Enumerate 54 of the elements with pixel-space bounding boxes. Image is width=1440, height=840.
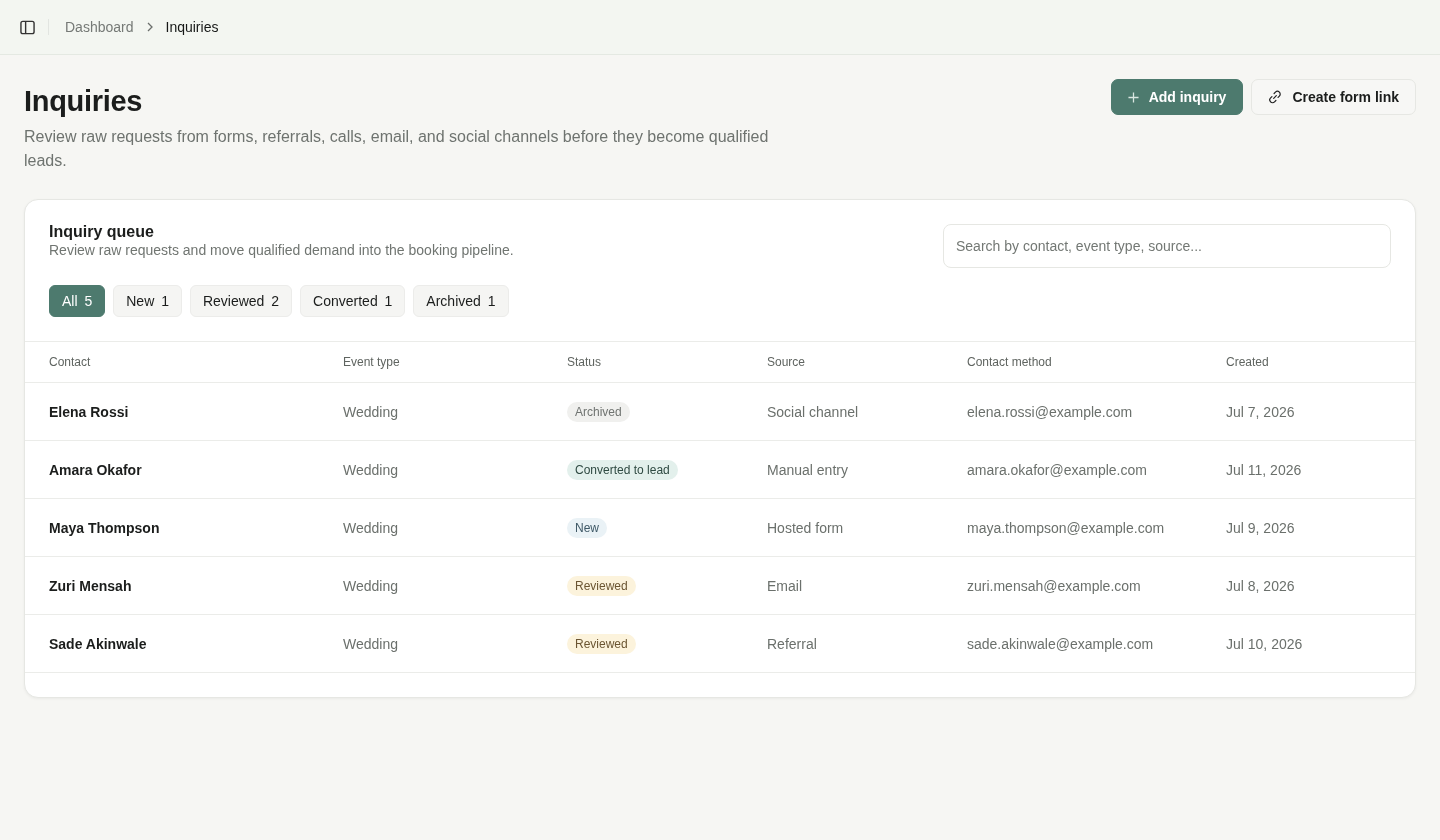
created-date: Jul 11, 2026 bbox=[1226, 461, 1302, 478]
contact-name: Maya Thompson bbox=[49, 519, 160, 536]
source-text: Manual entry bbox=[767, 461, 848, 478]
add-button[interactable]: Add inquiry bbox=[1110, 79, 1244, 115]
page-subtitle: Review raw requests from forms, referrals, calls, email, and social channels before they become qualified leads. bbox=[24, 127, 770, 171]
filter-tab[interactable]: Converted 1 bbox=[300, 285, 406, 317]
source-text: Email bbox=[767, 577, 802, 594]
filter-tab[interactable]: Archived 1 bbox=[413, 285, 509, 317]
link-icon bbox=[1268, 90, 1283, 104]
chevron-right-icon bbox=[146, 22, 153, 32]
page-title: Inquiries bbox=[24, 84, 144, 119]
created-date: Jul 7, 2026 bbox=[1226, 403, 1295, 420]
contact-name: Sade Akinwale bbox=[49, 635, 147, 652]
email-text: zuri.mensah@example.com bbox=[967, 577, 1141, 594]
breadcrumb-link[interactable]: Dashboard bbox=[65, 19, 134, 35]
column-header: Source bbox=[767, 355, 806, 369]
email-text: maya.thompson@example.com bbox=[967, 519, 1165, 536]
status-badge: Reviewed bbox=[567, 575, 636, 596]
event-type-text: Wedding bbox=[343, 635, 398, 652]
created-date: Jul 8, 2026 bbox=[1226, 577, 1295, 594]
column-header: Event type bbox=[343, 355, 400, 369]
card-title: Inquiry queue bbox=[49, 223, 155, 241]
source-text: Hosted form bbox=[767, 519, 844, 536]
email-text: amara.okafor@example.com bbox=[967, 461, 1147, 478]
contact-name: Amara Okafor bbox=[49, 461, 142, 478]
filter-tab[interactable]: All 5 bbox=[49, 285, 106, 317]
search-field[interactable]: Search by contact, event type, source... bbox=[943, 224, 1391, 268]
event-type-text: Wedding bbox=[343, 577, 398, 594]
plus-icon bbox=[1127, 91, 1139, 103]
contact-name: Zuri Mensah bbox=[49, 577, 132, 594]
card-description: Review raw requests and move qualified demand into the booking pipeline. bbox=[49, 241, 514, 259]
created-date: Jul 9, 2026 bbox=[1226, 519, 1295, 536]
create-link-button[interactable]: Create form link bbox=[1251, 79, 1416, 115]
filter-tab[interactable]: Reviewed 2 bbox=[189, 285, 293, 317]
breadcrumb-link[interactable]: Inquiries bbox=[165, 19, 219, 35]
column-header: Status bbox=[567, 355, 602, 369]
column-header: Contact bbox=[49, 355, 91, 369]
sidebar-icon bbox=[19, 19, 35, 35]
email-text: elena.rossi@example.com bbox=[967, 403, 1133, 420]
status-badge: Reviewed bbox=[567, 633, 636, 654]
column-header: Created bbox=[1226, 355, 1269, 369]
status-badge: New bbox=[567, 517, 607, 538]
filter-tab[interactable]: New 1 bbox=[113, 285, 182, 317]
source-text: Social channel bbox=[767, 403, 859, 420]
source-text: Referral bbox=[767, 635, 817, 652]
created-date: Jul 10, 2026 bbox=[1226, 635, 1303, 652]
status-badge: Archived bbox=[567, 401, 630, 422]
email-text: sade.akinwale@example.com bbox=[967, 635, 1154, 652]
status-badge: Converted to lead bbox=[567, 459, 678, 480]
contact-name: Elena Rossi bbox=[49, 403, 129, 420]
column-header: Contact method bbox=[967, 355, 1052, 369]
event-type-text: Wedding bbox=[343, 461, 398, 478]
event-type-text: Wedding bbox=[343, 519, 398, 536]
event-type-text: Wedding bbox=[343, 403, 398, 420]
